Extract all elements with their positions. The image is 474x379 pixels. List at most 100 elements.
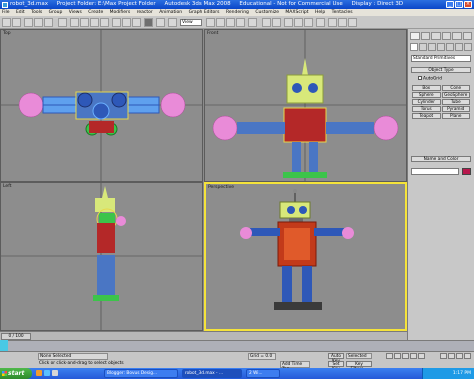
spinner-snap-icon[interactable]: [236, 18, 245, 27]
angle-snap-icon[interactable]: [216, 18, 225, 27]
object-name-field[interactable]: [411, 168, 459, 175]
select-rotate-icon[interactable]: [122, 18, 131, 27]
menu-tentacles[interactable]: Tentacles: [332, 10, 353, 15]
utilities-tab-icon[interactable]: [462, 32, 472, 40]
modify-tab-icon[interactable]: [420, 32, 430, 40]
cylinder-button[interactable]: Cylinder: [412, 99, 441, 105]
maximize-button[interactable]: □: [455, 1, 463, 8]
viewport-perspective[interactable]: Perspective: [204, 182, 407, 331]
geometry-icon[interactable]: [410, 43, 418, 51]
show-desktop-icon[interactable]: [52, 370, 58, 376]
add-time-tag[interactable]: Add Time Tag: [280, 361, 310, 372]
link-icon[interactable]: [24, 18, 33, 27]
taskbar-item-group[interactable]: 2 Wi...: [246, 369, 280, 378]
orbit-icon[interactable]: [456, 353, 463, 359]
geosphere-button[interactable]: GeoSphere: [441, 92, 470, 98]
selection-filter-icon[interactable]: [58, 18, 67, 27]
sphere-button[interactable]: Sphere: [412, 92, 441, 98]
create-tab-icon[interactable]: [410, 32, 420, 40]
menu-file[interactable]: File: [2, 10, 10, 15]
named-selection-icon[interactable]: [248, 18, 257, 27]
viewport-front-label[interactable]: Front: [207, 31, 218, 36]
tube-button[interactable]: Tube: [441, 99, 470, 105]
zoom-icon[interactable]: [440, 353, 447, 359]
go-to-start-icon[interactable]: [386, 353, 393, 359]
hierarchy-tab-icon[interactable]: [431, 32, 441, 40]
pyramid-button[interactable]: Pyramid: [441, 106, 470, 112]
undo-icon[interactable]: [2, 18, 11, 27]
go-to-end-icon[interactable]: [418, 353, 425, 359]
key-mode-dropdown[interactable]: Selected: [346, 353, 372, 359]
torus-button[interactable]: Torus: [412, 106, 441, 112]
curve-editor-icon[interactable]: [294, 18, 303, 27]
material-editor-icon[interactable]: [316, 18, 325, 27]
taskbar-item-3dsmax[interactable]: robot_3d.max - ...: [182, 369, 242, 378]
set-key-button[interactable]: Set Key: [328, 361, 344, 372]
menu-edit[interactable]: Edit: [16, 10, 25, 15]
menu-rendering[interactable]: Rendering: [226, 10, 249, 15]
auto-key-button[interactable]: Auto Key: [328, 353, 344, 364]
systems-icon[interactable]: [464, 43, 472, 51]
plane-button[interactable]: Plane: [441, 113, 470, 119]
layer-manager-icon[interactable]: [284, 18, 293, 27]
helpers-icon[interactable]: [446, 43, 454, 51]
viewport-left[interactable]: Left: [0, 182, 203, 331]
rectangular-selection-icon[interactable]: [90, 18, 99, 27]
bind-space-warp-icon[interactable]: [44, 18, 53, 27]
window-crossing-icon[interactable]: [100, 18, 109, 27]
menu-animation[interactable]: Animation: [159, 10, 182, 15]
time-slider-thumb[interactable]: 0 / 100: [1, 333, 31, 340]
quick-render-icon[interactable]: [348, 18, 357, 27]
menu-customize[interactable]: Customize: [255, 10, 279, 15]
menu-maxscript[interactable]: MAXScript: [285, 10, 308, 15]
firefox-icon[interactable]: [36, 370, 42, 376]
space-warps-icon[interactable]: [455, 43, 463, 51]
track-bar[interactable]: [8, 340, 474, 351]
menu-tools[interactable]: Tools: [31, 10, 42, 15]
cone-button[interactable]: Cone: [441, 85, 470, 91]
menu-views[interactable]: Views: [69, 10, 82, 15]
autogrid-checkbox[interactable]: AutoGrid: [418, 76, 442, 82]
object-color-swatch[interactable]: [462, 168, 471, 175]
viewport-left-label[interactable]: Left: [3, 184, 11, 189]
menu-reactor[interactable]: reactor: [137, 10, 153, 15]
motion-tab-icon[interactable]: [441, 32, 451, 40]
display-tab-icon[interactable]: [452, 32, 462, 40]
menu-modifiers[interactable]: Modifiers: [110, 10, 131, 15]
menu-create[interactable]: Create: [88, 10, 103, 15]
percent-snap-icon[interactable]: [226, 18, 235, 27]
pivot-center-icon[interactable]: [156, 18, 165, 27]
next-frame-icon[interactable]: [410, 353, 417, 359]
menu-help[interactable]: Help: [315, 10, 325, 15]
align-icon[interactable]: [272, 18, 281, 27]
select-scale-icon[interactable]: [132, 18, 141, 27]
render-setup-icon[interactable]: [328, 18, 337, 27]
primitive-category-dropdown[interactable]: Standard Primitives: [411, 55, 471, 62]
select-move-icon[interactable]: [112, 18, 121, 27]
rendered-frame-icon[interactable]: [338, 18, 347, 27]
maximize-viewport-icon[interactable]: [464, 353, 471, 359]
maxscript-listener-icon[interactable]: [0, 340, 8, 351]
teapot-button[interactable]: Teapot: [412, 113, 441, 119]
manipulate-icon[interactable]: [168, 18, 177, 27]
viewport-front[interactable]: Front: [204, 29, 407, 182]
viewport-top-label[interactable]: Top: [3, 31, 11, 36]
box-button[interactable]: Box: [412, 85, 441, 91]
reference-coordinate-combo[interactable]: View: [180, 19, 202, 26]
key-filters-button[interactable]: Key Filters...: [346, 361, 372, 372]
name-and-color-rollout[interactable]: Name and Color: [411, 156, 471, 162]
lights-icon[interactable]: [428, 43, 436, 51]
object-type-rollout[interactable]: Object Type: [411, 67, 471, 73]
redo-icon[interactable]: [12, 18, 21, 27]
minimize-button[interactable]: _: [446, 1, 454, 8]
menu-group[interactable]: Group: [49, 10, 63, 15]
mirror-icon[interactable]: [262, 18, 271, 27]
time-slider[interactable]: 0 / 100: [0, 331, 407, 340]
menu-graph-editors[interactable]: Graph Editors: [189, 10, 220, 15]
viewport-top[interactable]: Top: [0, 29, 203, 182]
start-button[interactable]: start: [0, 368, 32, 379]
close-button[interactable]: ×: [464, 1, 472, 8]
shapes-icon[interactable]: [419, 43, 427, 51]
pan-icon[interactable]: [448, 353, 455, 359]
unlink-icon[interactable]: [34, 18, 43, 27]
